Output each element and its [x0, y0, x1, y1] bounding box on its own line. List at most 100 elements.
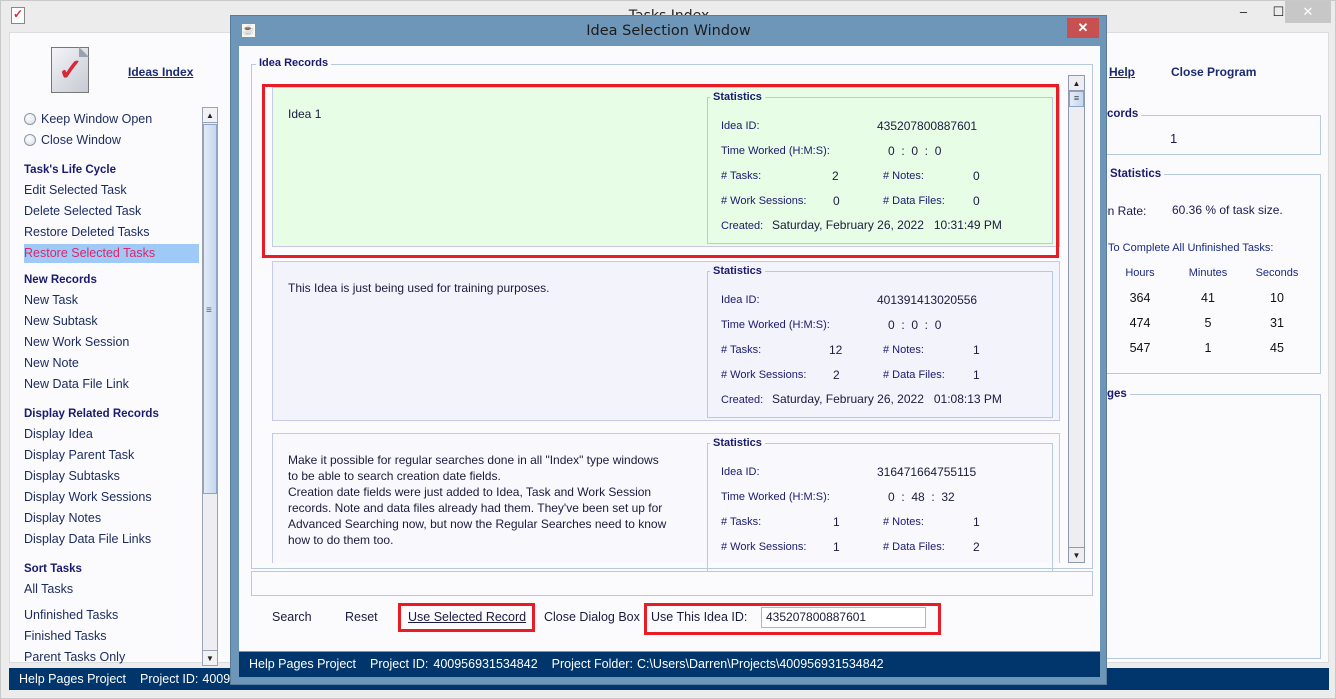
- rate-label: on Rate:: [1101, 204, 1147, 218]
- sidebar-item-parent-tasks-only[interactable]: Parent Tasks Only: [24, 650, 125, 664]
- dialog-body: Idea Records Idea 1 Statistics Idea ID: …: [239, 46, 1100, 651]
- search-button[interactable]: Search: [272, 610, 312, 624]
- messages-panel: [1091, 394, 1321, 659]
- col-seconds: Seconds: [1255, 267, 1299, 279]
- records-scrollbar[interactable]: ▲ ≡ ▼: [1068, 75, 1085, 563]
- sidebar-item-unfinished-tasks[interactable]: Unfinished Tasks: [24, 608, 118, 622]
- time-worked-label: Time Worked (H:M:S):: [721, 319, 830, 331]
- notes-label: # Notes:: [883, 344, 924, 356]
- col-minutes: Minutes: [1188, 267, 1228, 279]
- life-cycle-header: Task's Life Cycle: [24, 164, 117, 176]
- statistics-legend: Statistics: [1107, 168, 1165, 180]
- records-legend: cords: [1104, 108, 1142, 120]
- notes-label: # Notes:: [883, 516, 924, 528]
- scroll-thumb[interactable]: [203, 124, 217, 494]
- rate-value: 60.36 % of task size.: [1172, 203, 1283, 217]
- notes-value: 1: [973, 515, 980, 529]
- close-dialog-button[interactable]: Close Dialog Box: [544, 610, 640, 624]
- record-description: This Idea is just being used for trainin…: [288, 281, 550, 295]
- idea-selection-dialog: ☕ Idea Selection Window ✕ Idea Records I…: [230, 15, 1107, 685]
- sidebar-item-delete-task[interactable]: Delete Selected Task: [24, 204, 141, 218]
- records-count: 1: [1170, 131, 1178, 146]
- use-selected-record-button[interactable]: Use Selected Record: [408, 610, 526, 624]
- time-worked-value: 0 : 48 : 32: [888, 490, 955, 504]
- idea-record[interactable]: This Idea is just being used for trainin…: [272, 261, 1060, 421]
- messages-legend: ges: [1104, 388, 1130, 400]
- scroll-down-icon[interactable]: ▼: [1069, 547, 1084, 562]
- radio-label: Keep Window Open: [41, 112, 153, 126]
- close-window-radio[interactable]: Close Window: [24, 133, 121, 147]
- sidebar-item-edit-task[interactable]: Edit Selected Task: [24, 183, 127, 197]
- scroll-up-icon[interactable]: ▲: [203, 108, 217, 123]
- row2-hours: 474: [1129, 316, 1151, 330]
- notes-value: 1: [973, 343, 980, 357]
- sidebar-item-new-task[interactable]: New Task: [24, 293, 78, 307]
- status-project-id-label: Project ID:: [370, 657, 429, 671]
- keep-window-open-radio[interactable]: Keep Window Open: [24, 112, 152, 126]
- scroll-down-icon[interactable]: ▼: [203, 650, 217, 665]
- sidebar-item-new-note[interactable]: New Note: [24, 356, 79, 370]
- work-sessions-value: 2: [833, 368, 840, 382]
- data-files-label: # Data Files:: [883, 541, 945, 553]
- sidebar-item-finished-tasks[interactable]: Finished Tasks: [24, 629, 106, 643]
- reset-button[interactable]: Reset: [345, 610, 378, 624]
- dialog-status-bar: Help Pages Project Project ID: 40095693153…: [239, 652, 1100, 677]
- row3-hours: 547: [1129, 341, 1151, 355]
- time-worked-label: Time Worked (H:M:S):: [721, 491, 830, 503]
- sidebar-item-display-work-sessions[interactable]: Display Work Sessions: [24, 490, 152, 504]
- status-project: Help Pages Project: [19, 672, 127, 686]
- tasks-logo-icon: ✓: [51, 47, 89, 93]
- scroll-up-icon[interactable]: ▲: [1069, 76, 1084, 91]
- data-files-label: # Data Files:: [883, 369, 945, 381]
- close-button[interactable]: ✕: [1285, 1, 1331, 23]
- idea-record[interactable]: Make it possible for regular searches do…: [272, 433, 1060, 573]
- row3-minutes: 1: [1204, 341, 1212, 355]
- new-records-header: New Records: [24, 274, 97, 286]
- use-idea-id-input[interactable]: 435207800887601: [761, 607, 926, 628]
- status-project-id: 400956931534842: [433, 657, 538, 671]
- row2-minutes: 5: [1204, 316, 1212, 330]
- status-project-id: 4009: [202, 672, 231, 686]
- row1-minutes: 41: [1201, 291, 1215, 305]
- help-link[interactable]: Help: [1109, 65, 1135, 79]
- sidebar-item-restore-deleted[interactable]: Restore Deleted Tasks: [24, 225, 150, 239]
- col-hours: Hours: [1125, 267, 1155, 279]
- dialog-close-button[interactable]: ✕: [1067, 18, 1099, 38]
- scroll-thumb[interactable]: ≡: [1069, 91, 1084, 107]
- ideas-index-link[interactable]: Ideas Index: [128, 65, 193, 79]
- records-panel: [1091, 115, 1321, 155]
- selected-record-highlight: [262, 84, 1059, 258]
- tasks-label: # Tasks:: [721, 344, 762, 356]
- sidebar-item-restore-selected[interactable]: Restore Selected Tasks: [24, 244, 199, 263]
- sidebar-scrollbar[interactable]: ▲ ▼: [202, 107, 218, 666]
- idea-records-legend: Idea Records: [256, 57, 332, 69]
- close-program-link[interactable]: Close Program: [1171, 65, 1256, 79]
- data-files-value: 2: [973, 540, 980, 554]
- tasks-label: # Tasks:: [721, 516, 762, 528]
- dialog-title: Idea Selection Window: [586, 23, 751, 39]
- display-related-header: Display Related Records: [24, 408, 159, 420]
- record-description: Make it possible for regular searches do…: [288, 453, 667, 547]
- data-files-value: 1: [973, 368, 980, 382]
- sidebar-item-display-notes[interactable]: Display Notes: [24, 511, 101, 525]
- radio-label: Close Window: [41, 133, 121, 147]
- row1-hours: 364: [1129, 291, 1151, 305]
- sidebar-item-new-data-file-link[interactable]: New Data File Link: [24, 377, 129, 391]
- created-label: Created:: [721, 394, 764, 406]
- record-statistics: Statistics Idea ID: 401391413020556 Time…: [707, 265, 1053, 418]
- status-project: Help Pages Project: [249, 657, 357, 671]
- radio-circle[interactable]: [24, 113, 36, 125]
- sidebar-item-new-work-session[interactable]: New Work Session: [24, 335, 129, 349]
- radio-circle[interactable]: [24, 134, 36, 146]
- sidebar-item-new-subtask[interactable]: New Subtask: [24, 314, 98, 328]
- sidebar-item-display-idea[interactable]: Display Idea: [24, 427, 93, 441]
- row2-seconds: 31: [1270, 316, 1284, 330]
- statistics-legend: Statistics: [710, 437, 765, 449]
- message-field: [251, 571, 1093, 596]
- sidebar-item-display-subtasks[interactable]: Display Subtasks: [24, 469, 120, 483]
- work-sessions-value: 1: [833, 540, 840, 554]
- sidebar-item-display-data-file-links[interactable]: Display Data File Links: [24, 532, 151, 546]
- sidebar-item-all-tasks[interactable]: All Tasks: [24, 582, 73, 596]
- sidebar-item-display-parent-task[interactable]: Display Parent Task: [24, 448, 134, 462]
- use-idea-id-label: Use This Idea ID:: [651, 610, 748, 624]
